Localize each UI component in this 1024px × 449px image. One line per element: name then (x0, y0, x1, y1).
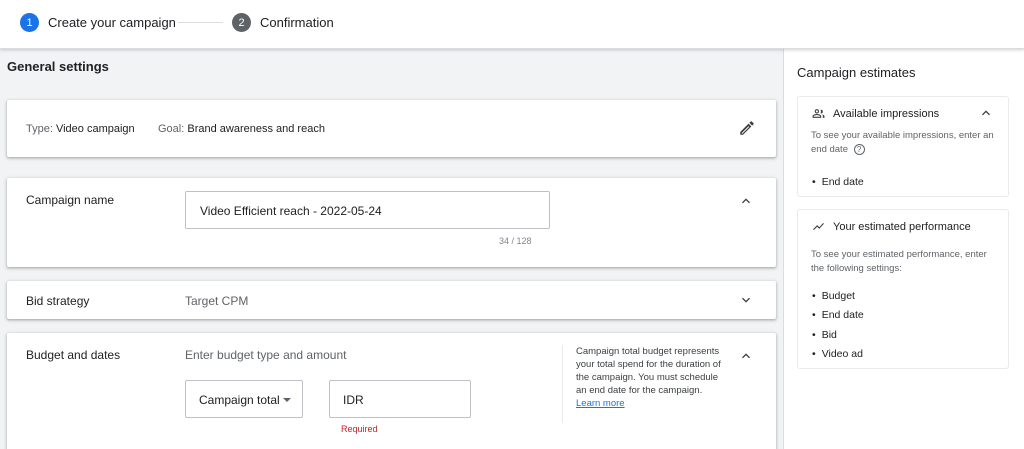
dropdown-arrow-icon (283, 398, 291, 402)
section-title: General settings (7, 59, 109, 74)
list-item: Video ad (812, 345, 864, 365)
type-value: Video campaign (55, 123, 135, 135)
estimated-performance-card: Your estimated performance To see your e… (797, 209, 1009, 369)
pencil-icon[interactable] (738, 119, 756, 137)
bid-strategy-value: Target CPM (185, 294, 249, 308)
list-item: End date (812, 306, 864, 326)
impressions-header[interactable]: Available impressions (812, 107, 939, 120)
campaign-goal: Goal: Brand awareness and reach (158, 123, 325, 135)
people-icon (812, 109, 825, 118)
impressions-body: To see your available impressions, enter… (811, 129, 1001, 157)
list-item: Budget (812, 286, 864, 306)
budget-note-text: Campaign total budget represents your to… (576, 346, 721, 396)
campaign-type: Type: Video campaign (26, 123, 135, 135)
performance-body: To see your estimated performance, enter… (811, 249, 987, 274)
stepper: 1 Create your campaign 2 Confirmation (0, 0, 1024, 49)
impressions-body-text: To see your available impressions, enter… (811, 130, 994, 155)
help-icon[interactable]: ? (853, 143, 865, 155)
chevron-up-icon[interactable] (738, 193, 754, 209)
estimates-title: Campaign estimates (797, 65, 916, 80)
available-impressions-card: Available impressions To see your availa… (797, 96, 1009, 197)
budget-type-value: Campaign total (199, 393, 280, 407)
step-confirmation[interactable]: 2 Confirmation (232, 13, 334, 32)
impressions-list: End date (812, 172, 864, 192)
required-error: Required (341, 424, 378, 434)
campaign-type-card: Type: Video campaign Goal: Brand awarene… (7, 100, 776, 157)
budget-type-select[interactable]: Campaign total (185, 380, 303, 418)
step-label: Create your campaign (48, 15, 176, 30)
step-label: Confirmation (260, 15, 334, 30)
step-number: 1 (20, 13, 39, 32)
performance-title: Your estimated performance (833, 220, 971, 233)
budget-dates-card: Budget and dates Enter budget type and a… (7, 333, 776, 449)
bid-strategy-card[interactable]: Bid strategy Target CPM (7, 281, 776, 319)
performance-list: Budget End date Bid Video ad (812, 286, 864, 364)
budget-amount-input[interactable]: IDR (329, 380, 471, 418)
divider (562, 345, 563, 423)
trending-up-icon (813, 222, 824, 231)
goal-value: Brand awareness and reach (187, 123, 325, 135)
performance-header: Your estimated performance (812, 220, 971, 233)
goal-label: Goal: (158, 123, 185, 135)
impressions-title: Available impressions (833, 107, 940, 120)
main-content: General settings Type: Video campaign Go… (0, 49, 783, 449)
budget-dates-label: Budget and dates (26, 348, 121, 362)
chevron-up-icon[interactable] (978, 105, 994, 121)
list-item: End date (812, 172, 864, 192)
step-create-campaign[interactable]: 1 Create your campaign (20, 13, 176, 32)
campaign-estimates-panel: Campaign estimates Available impressions… (783, 49, 1024, 449)
list-item: Bid (812, 325, 864, 345)
chevron-down-icon[interactable] (738, 292, 754, 308)
bid-strategy-label: Bid strategy (26, 294, 90, 308)
budget-hint: Enter budget type and amount (185, 348, 347, 362)
step-number: 2 (232, 13, 251, 32)
campaign-name-input[interactable]: Video Efficient reach - 2022-05-24 (185, 191, 550, 229)
step-connector (178, 22, 223, 23)
char-count: 34 / 128 (499, 236, 532, 246)
type-label: Type: (26, 123, 53, 135)
campaign-name-label: Campaign name (26, 193, 115, 207)
budget-note: Campaign total budget represents your to… (576, 345, 726, 410)
learn-more-link[interactable]: Learn more (576, 397, 726, 410)
chevron-up-icon[interactable] (738, 348, 754, 364)
campaign-name-card: Campaign name Video Efficient reach - 20… (7, 178, 776, 267)
